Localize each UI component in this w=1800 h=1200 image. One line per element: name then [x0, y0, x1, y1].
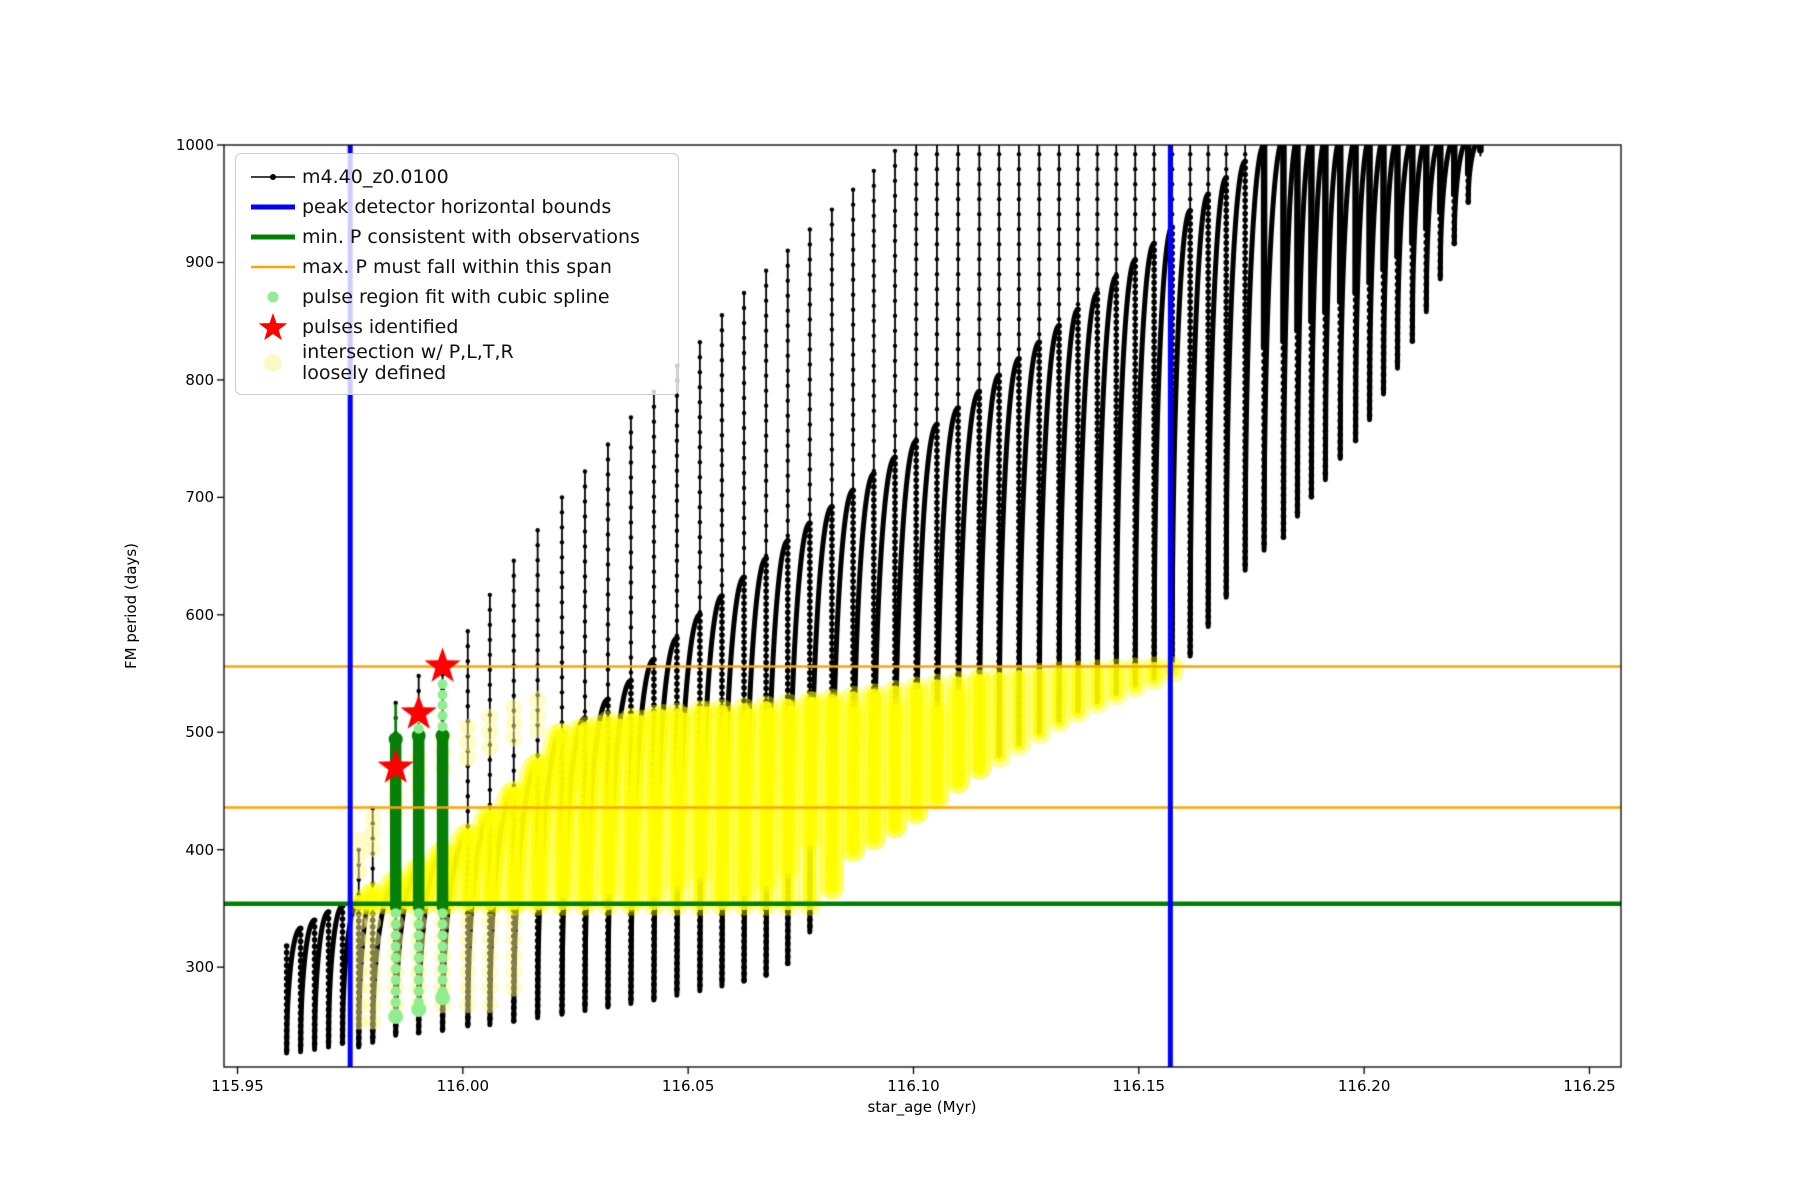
hline-sample-icon	[244, 252, 302, 282]
y-tick-label: 300	[185, 958, 214, 977]
y-axis-label: FM period (days)	[122, 543, 140, 669]
x-tick-label: 116.00	[436, 1077, 490, 1095]
legend-label: peak detector horizontal bounds	[302, 195, 612, 218]
legend-item: intersection w/ P,L,T,R loosely defined	[244, 342, 668, 384]
y-tick-label: 900	[185, 253, 214, 272]
y-tick-label: 500	[185, 723, 214, 742]
y-tick-label: 700	[185, 488, 214, 507]
legend-item: peak detector horizontal bounds	[244, 192, 668, 222]
x-tick-label: 116.20	[1337, 1077, 1391, 1095]
y-tick-label: 400	[185, 840, 214, 859]
legend-item: max. P must fall within this span	[244, 252, 668, 282]
x-tick-label: 116.25	[1563, 1077, 1616, 1095]
legend-item: pulse region fit with cubic spline	[244, 282, 668, 312]
big-dot-marker-icon	[244, 348, 302, 378]
legend: m4.40_z0.0100peak detector horizontal bo…	[235, 153, 679, 395]
y-tick-label: 800	[185, 370, 214, 389]
legend-item: min. P consistent with observations	[244, 222, 668, 252]
legend-label: m4.40_z0.0100	[302, 165, 449, 188]
series-line-icon	[244, 162, 302, 192]
y-tick-label: 1000	[175, 136, 214, 154]
x-axis-label: star_age (Myr)	[867, 1098, 977, 1116]
legend-item: m4.40_z0.0100	[244, 162, 668, 192]
x-tick-label: 116.10	[887, 1077, 940, 1095]
legend-label: min. P consistent with observations	[302, 225, 640, 248]
legend-label: pulse region fit with cubic spline	[302, 285, 610, 308]
legend-item: pulses identified	[244, 312, 668, 342]
dot-marker-icon	[244, 282, 302, 312]
hline-sample-icon	[244, 192, 302, 222]
star-marker-icon	[244, 312, 302, 342]
legend-label: pulses identified	[302, 315, 459, 338]
legend-label: intersection w/ P,L,T,R loosely defined	[302, 341, 514, 384]
x-tick-label: 115.95	[211, 1077, 264, 1095]
y-tick-label: 600	[185, 605, 214, 624]
hline-sample-icon	[244, 222, 302, 252]
figure: 300 400 500 600 700 800 900 1000 115.95 116.00 11…	[0, 0, 1800, 1200]
x-tick-label: 116.05	[661, 1077, 715, 1095]
legend-label: max. P must fall within this span	[302, 255, 612, 278]
x-tick-label: 116.15	[1112, 1077, 1166, 1095]
